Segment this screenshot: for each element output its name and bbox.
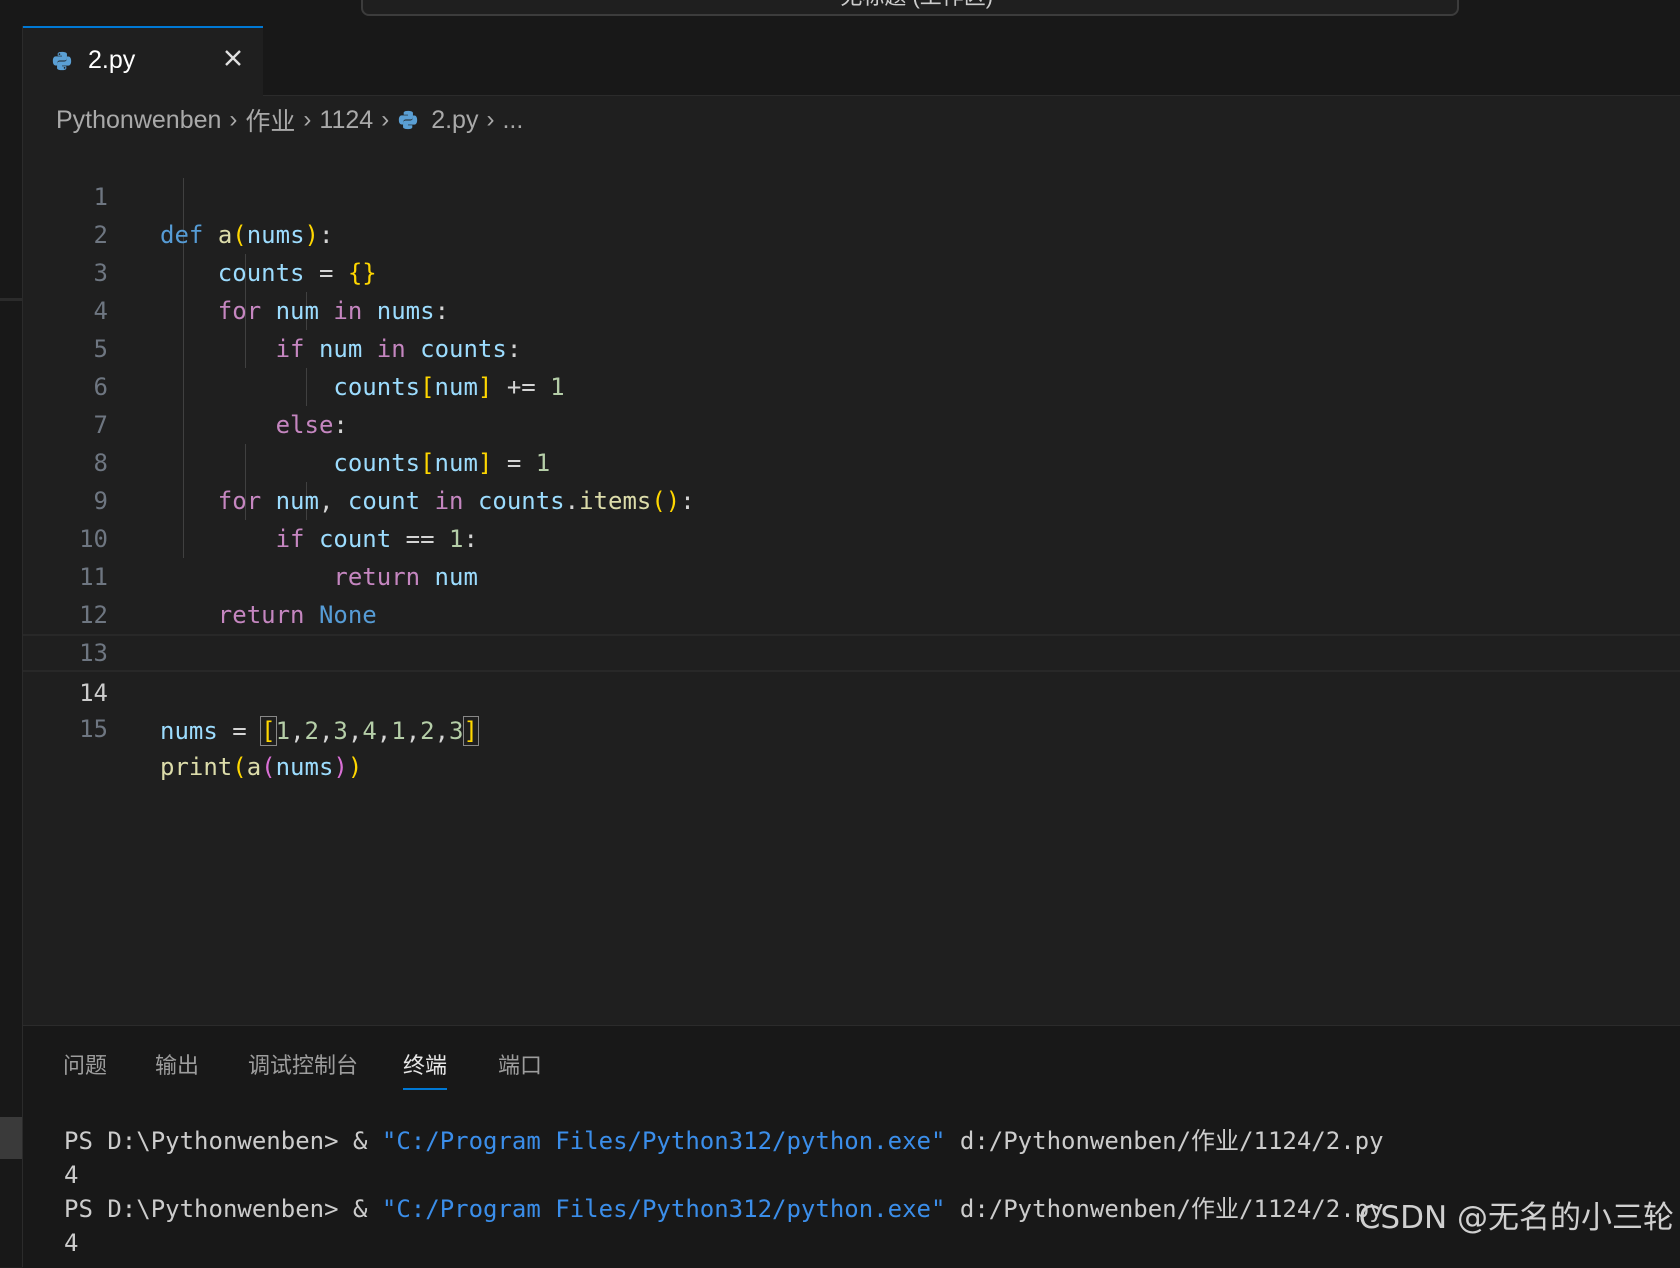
breadcrumb-item-1124[interactable]: 1124 <box>319 106 373 135</box>
code-line: 11 return None <box>23 520 1680 629</box>
tab-ports[interactable]: 端口 <box>498 1048 542 1080</box>
code-line: 10 return num <box>23 482 1680 591</box>
activity-divider <box>0 298 22 301</box>
code-line: 8 for num, count in counts.items(): <box>23 406 1680 515</box>
command-center-label: - 无标题 (工作区) <box>827 0 993 9</box>
line-number: 15 <box>79 715 108 743</box>
code-line: 2 counts = {} <box>23 178 1680 287</box>
python-file-icon <box>399 110 418 130</box>
tab-output[interactable]: 输出 <box>155 1048 199 1080</box>
code-line: 7 counts[num] = 1 <box>23 368 1680 477</box>
title-bar: - 无标题 (工作区) <box>0 0 1680 26</box>
code-line: 5 counts[num] += 1 <box>23 292 1680 401</box>
terminal-line: PS D:\Pythonwenben> & "C:/Program Files/… <box>64 1124 1384 1158</box>
editor-tab-bar: 2.py <box>23 26 1680 96</box>
current-line: 14 nums = [1,2,3,4,1,2,3] <box>23 634 1680 746</box>
code-line: 12 <box>23 558 1680 629</box>
breadcrumb: Pythonwenben › 作业 › 1124 › 2.py › ... <box>56 100 523 140</box>
breadcrumb-item-folder[interactable]: Pythonwenben <box>56 106 221 135</box>
activity-item-terminal[interactable] <box>0 1117 22 1159</box>
tab-terminal[interactable]: 终端 <box>403 1048 448 1090</box>
code-line: 9 if count == 1: <box>23 444 1680 553</box>
command-center[interactable]: - 无标题 (工作区) <box>361 0 1459 16</box>
code-editor[interactable]: 1 def a(nums): 2 counts = {} 3 for num i… <box>23 140 1680 1025</box>
tab-debug-console[interactable]: 调试控制台 <box>248 1048 358 1080</box>
breadcrumb-item-file[interactable]: 2.py <box>431 106 478 135</box>
chevron-right-icon: › <box>486 106 495 133</box>
watermark: CSDN @无名的小三轮 <box>1358 1200 1674 1236</box>
terminal-output: 4 <box>64 1229 79 1257</box>
chevron-right-icon: › <box>229 106 238 133</box>
tab-2-py[interactable]: 2.py <box>23 26 263 96</box>
terminal-exe-path: "C:/Program Files/Python312/python.exe" <box>381 1127 946 1155</box>
breadcrumb-item-symbol[interactable]: ... <box>502 106 523 135</box>
chevron-right-icon: › <box>303 106 312 133</box>
terminal-output: 4 <box>64 1161 79 1189</box>
code-line: 6 else: <box>23 330 1680 439</box>
python-file-icon <box>52 51 72 71</box>
line-content: print(a(nums)) <box>160 753 363 781</box>
code-line: 15 print(a(nums)) <box>23 672 1680 781</box>
tab-label: 2.py <box>88 46 136 74</box>
terminal-prompt: PS D:\Pythonwenben> & <box>64 1127 382 1155</box>
breadcrumb-item-subfolder[interactable]: 作业 <box>245 102 295 138</box>
code-line: 13 <box>23 596 1680 667</box>
code-line: 3 for num in nums: <box>23 216 1680 325</box>
code-line: 4 if num in counts: <box>23 254 1680 363</box>
activity-bar <box>0 26 23 1267</box>
chevron-right-icon: › <box>381 106 390 133</box>
line-content: nums = [1,2,3,4,1,2,3] <box>160 716 479 746</box>
terminal-exe-path: "C:/Program Files/Python312/python.exe" <box>381 1195 946 1223</box>
terminal-line: PS D:\Pythonwenben> & "C:/Program Files/… <box>64 1192 1384 1226</box>
terminal-prompt: PS D:\Pythonwenben> & <box>64 1195 382 1223</box>
tab-problems[interactable]: 问题 <box>63 1048 107 1080</box>
close-icon[interactable] <box>221 46 245 70</box>
code-line: 1 def a(nums): <box>23 140 1680 249</box>
terminal-script-path: d:/Pythonwenben/作业/1124/2.py <box>945 1127 1384 1155</box>
terminal-script-path: d:/Pythonwenben/作业/1124/2.py <box>945 1195 1384 1223</box>
